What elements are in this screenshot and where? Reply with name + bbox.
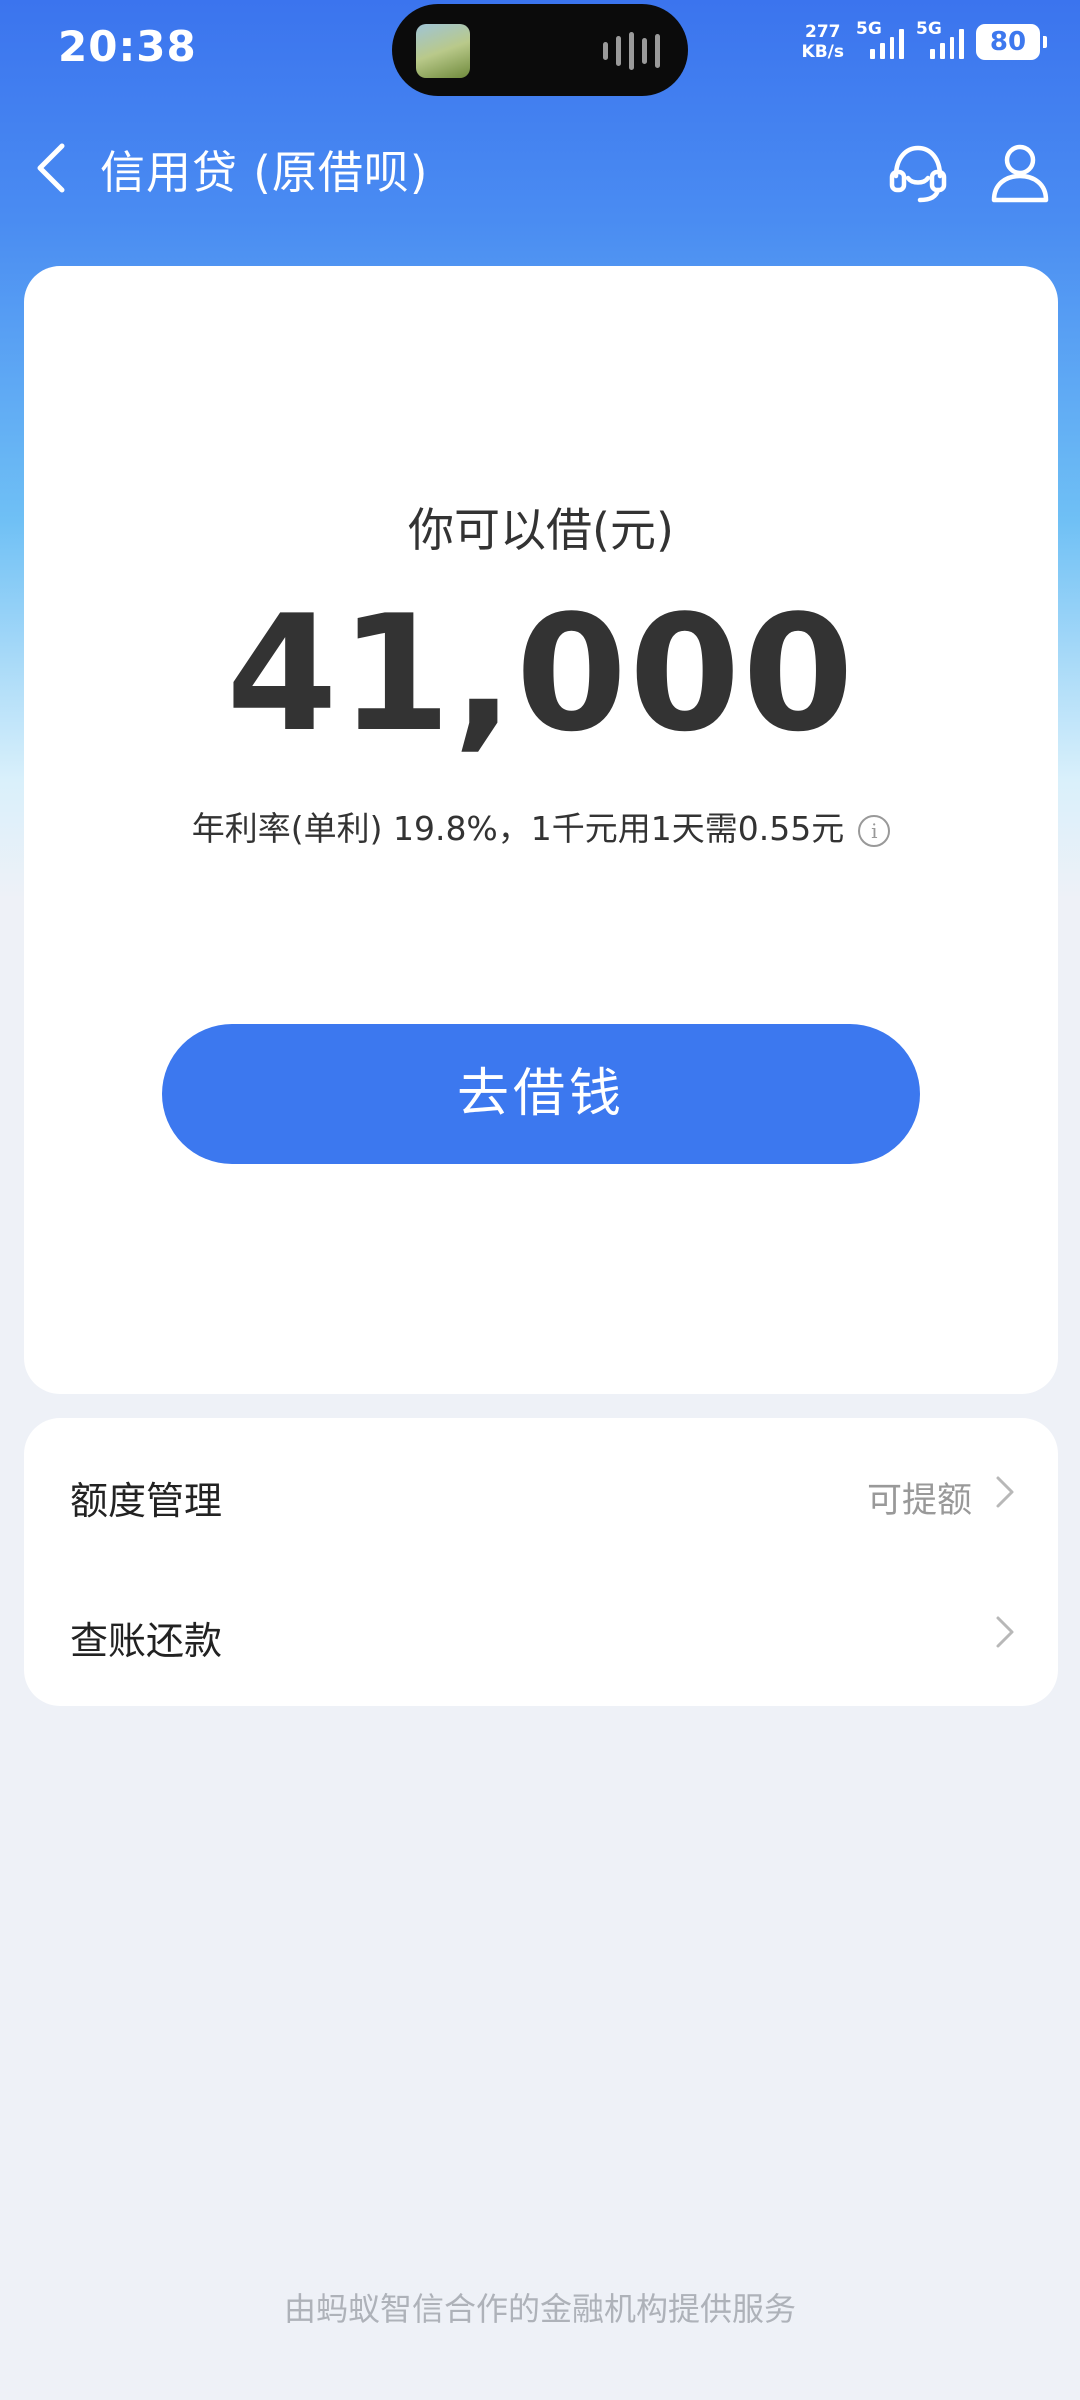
borrow-limit-label: 你可以借(元): [408, 503, 674, 557]
menu-item-hint: 可提额: [866, 1481, 972, 1521]
status-bar: 20:38 277 KB/s 5G 5G 80: [0, 0, 1080, 96]
service-provider-note: 由蚂蚁智信合作的金融机构提供服务: [283, 2290, 796, 2328]
status-icons: 277 KB/s 5G 5G 80: [801, 19, 1047, 62]
back-button[interactable]: [26, 134, 78, 202]
user-icon: [991, 144, 1049, 203]
menu-item-limit-management[interactable]: 额度管理 可提额: [24, 1422, 1058, 1562]
headset-icon: [889, 145, 947, 203]
credit-card-panel: 你可以借(元) 41,000 年利率(单利) 19.8%，1千元用1天需0.55…: [24, 266, 1058, 1394]
chevron-right-icon: [996, 1476, 1014, 1508]
profile-button[interactable]: [986, 138, 1054, 206]
available-amount: 41,000: [226, 580, 856, 767]
interest-rate-row: 年利率(单利) 19.8%，1千元用1天需0.55元 i: [24, 802, 1058, 850]
nav-bar: 信用贷 (原借呗): [0, 120, 1080, 220]
dynamic-island[interactable]: [392, 4, 688, 96]
info-icon[interactable]: i: [858, 814, 891, 847]
interest-rate-text: 年利率(单利) 19.8%，1千元用1天需0.55元: [191, 809, 845, 848]
audio-wave-icon: [603, 32, 660, 70]
screen: 20:38 277 KB/s 5G 5G 80 信用贷 (原借呗) 你可以借(元…: [0, 0, 1080, 2400]
menu-card: 额度管理 可提额 查账还款: [24, 1418, 1058, 1706]
borrow-button[interactable]: 去借钱: [162, 1024, 920, 1164]
menu-item-bills-repayment[interactable]: 查账还款: [24, 1562, 1058, 1702]
page-title: 信用贷 (原借呗): [100, 146, 429, 199]
menu-item-label: 查账还款: [70, 1619, 223, 1663]
signal-5g-1-icon: 5G: [856, 19, 904, 59]
chevron-left-icon: [37, 143, 65, 193]
signal-5g-2-icon: 5G: [916, 19, 964, 59]
status-time: 20:38: [58, 22, 197, 71]
menu-item-label: 额度管理: [70, 1479, 223, 1523]
battery-icon: 80: [976, 24, 1047, 60]
chevron-right-icon: [996, 1616, 1014, 1648]
network-speed: 277 KB/s: [801, 22, 844, 62]
media-thumbnail: [416, 24, 470, 78]
customer-service-button[interactable]: [884, 138, 952, 206]
